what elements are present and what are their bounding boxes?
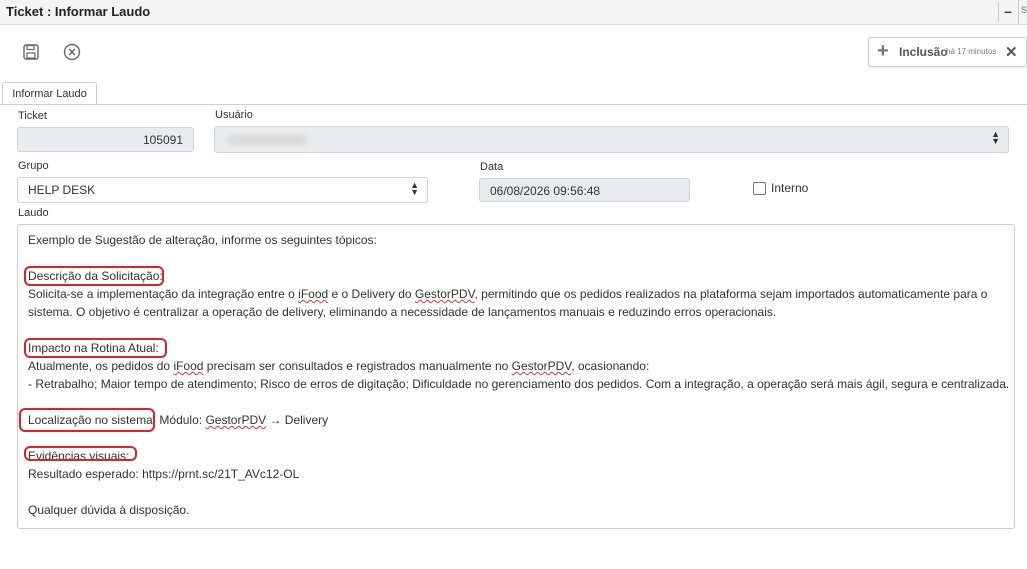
inclusao-notification[interactable]: + Inclusão há 17 minutos ✕ (868, 37, 1027, 67)
laudo-paragraph: Atualmente, os pedidos do iFood precisam… (28, 359, 650, 373)
save-button[interactable] (19, 40, 43, 64)
ticket-label: Ticket (18, 110, 47, 122)
interno-checkbox[interactable] (753, 182, 766, 195)
cancel-button[interactable] (60, 40, 84, 64)
plus-icon: + (877, 40, 889, 62)
laudo-intro: Exemplo de Sugestão de alteração, inform… (28, 233, 377, 247)
ticket-field: 105091 (17, 127, 194, 152)
laudo-paragraph: Resultado esperado: https://prnt.sc/21T_… (28, 467, 300, 481)
tab-informar-laudo[interactable]: Informar Laudo (2, 82, 97, 105)
grupo-label: Grupo (18, 160, 49, 172)
data-label: Data (480, 161, 504, 173)
usuario-label: Usuário (215, 109, 253, 121)
window-title: Ticket : Informar Laudo (6, 4, 151, 19)
select-arrows-icon: ▲ ▼ (991, 129, 1000, 146)
data-value: 06/08/2026 09:56:48 (490, 184, 601, 198)
laudo-closing: Qualquer dúvida à disposição. (28, 503, 190, 517)
inclusao-time: há 17 minutos (946, 47, 997, 56)
usuario-value-redacted (227, 134, 307, 146)
close-icon[interactable]: ✕ (1005, 43, 1018, 61)
tab-divider (0, 104, 1027, 105)
interno-label: Interno (771, 181, 809, 195)
laudo-paragraph: sistema. O objetivo é centralizar a oper… (28, 305, 777, 319)
highlight-circle (24, 338, 167, 358)
highlight-circle (24, 446, 137, 461)
data-field: 06/08/2026 09:56:48 (479, 178, 690, 202)
laudo-paragraph: Solicita-se a implementação da integraçã… (28, 287, 988, 301)
highlight-circle (24, 266, 164, 286)
laudo-paragraph: - Retrabalho; Maior tempo de atendimento… (28, 377, 1010, 391)
laudo-label: Laudo (18, 207, 49, 219)
ticket-value: 105091 (142, 133, 183, 147)
laudo-textarea[interactable]: Exemplo de Sugestão de alteração, inform… (17, 224, 1015, 529)
window-titlebar: Ticket : Informar Laudo – S (0, 0, 1027, 25)
cancel-icon (63, 43, 81, 61)
highlight-circle (19, 408, 155, 432)
grupo-value: HELP DESK (28, 183, 96, 197)
save-icon (23, 44, 39, 60)
minimize-button[interactable]: – (998, 2, 1017, 22)
select-arrows-icon: ▲ ▼ (410, 180, 419, 197)
grupo-select[interactable]: HELP DESK ▲ ▼ (17, 177, 428, 203)
inclusao-label: Inclusão (899, 45, 948, 59)
usuario-select[interactable]: ▲ ▼ (214, 126, 1009, 153)
window-edge-label: S (1018, 0, 1027, 24)
